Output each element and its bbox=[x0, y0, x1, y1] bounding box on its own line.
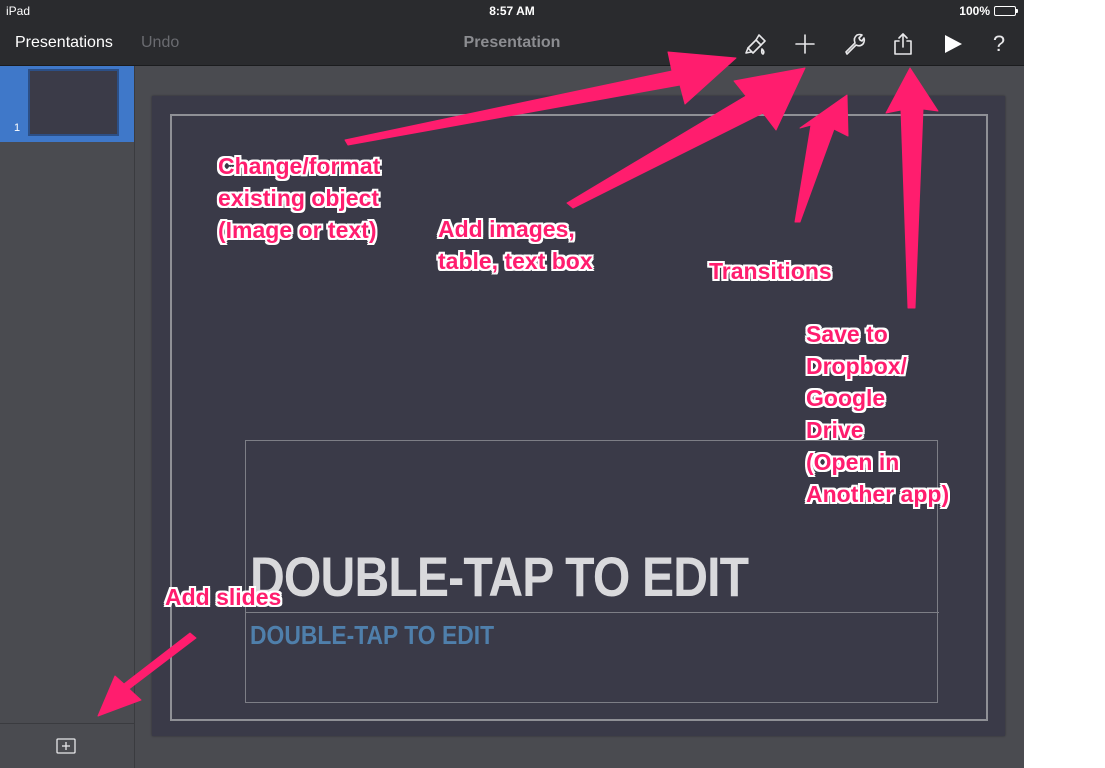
status-bar: iPad 8:57 AM 100% bbox=[0, 0, 1024, 22]
share-icon[interactable] bbox=[890, 31, 916, 57]
play-icon[interactable] bbox=[940, 31, 966, 57]
slide-number: 1 bbox=[14, 122, 21, 134]
status-time: 8:57 AM bbox=[489, 4, 535, 18]
battery-status: 100% bbox=[959, 0, 1018, 22]
slide-navigator: 1 bbox=[0, 66, 135, 768]
slide-title[interactable]: DOUBLE-TAP TO EDIT bbox=[250, 544, 749, 609]
toolbar: Presentations Undo Presentation ? bbox=[0, 22, 1024, 66]
document-title: Presentation bbox=[463, 34, 561, 51]
help-icon[interactable]: ? bbox=[986, 31, 1012, 57]
slide[interactable]: DOUBLE-TAP TO EDIT DOUBLE-TAP TO EDIT bbox=[152, 96, 1005, 736]
add-slide-icon[interactable] bbox=[56, 736, 76, 756]
slide-canvas: DOUBLE-TAP TO EDIT DOUBLE-TAP TO EDIT bbox=[135, 66, 1024, 768]
sidebar-footer bbox=[0, 723, 134, 768]
battery-icon bbox=[994, 6, 1018, 16]
paintbrush-icon[interactable] bbox=[743, 31, 769, 57]
battery-percent: 100% bbox=[959, 4, 990, 18]
slide-subtitle[interactable]: DOUBLE-TAP TO EDIT bbox=[250, 620, 494, 651]
plus-icon[interactable] bbox=[792, 31, 818, 57]
wrench-icon[interactable] bbox=[841, 31, 867, 57]
slide-thumbnail[interactable] bbox=[28, 69, 119, 136]
ipad-screen: iPad 8:57 AM 100% Presentations Undo Pre… bbox=[0, 0, 1024, 768]
slide-thumbnail-row[interactable]: 1 bbox=[0, 66, 134, 142]
